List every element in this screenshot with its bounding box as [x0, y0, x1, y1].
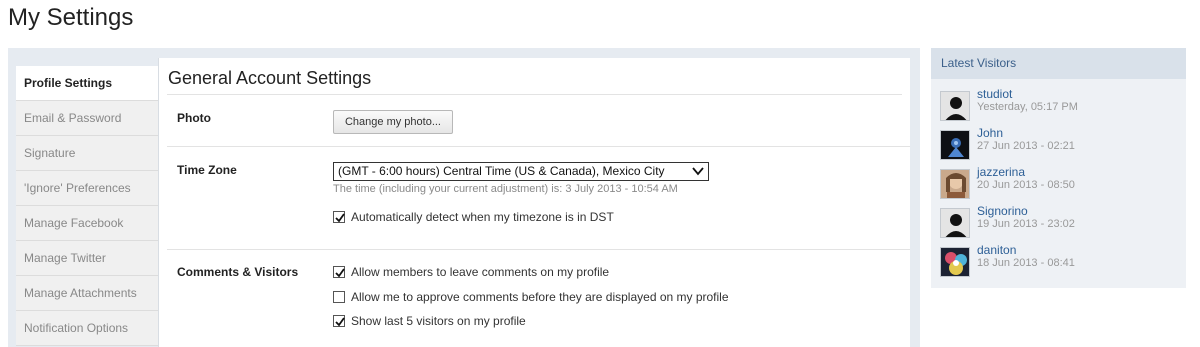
latest-visitors-panel: Latest Visitors studiot Yesterday, 05:17… [931, 48, 1186, 288]
chevron-down-icon [692, 167, 704, 176]
sidebar-item-email-password[interactable]: Email & Password [16, 101, 158, 136]
visitor-time: 18 Jun 2013 - 08:41 [977, 257, 1075, 269]
visitor-time: 27 Jun 2013 - 02:21 [977, 140, 1075, 152]
visitor-time: 20 Jun 2013 - 08:50 [977, 179, 1075, 191]
sidebar-item-profile-settings[interactable]: Profile Settings [16, 66, 158, 101]
dst-checkbox[interactable] [333, 211, 345, 223]
section-divider [167, 249, 910, 250]
default-avatar-icon[interactable] [940, 208, 970, 238]
show-visitors-label: Show last 5 visitors on my profile [351, 314, 526, 328]
visitor-time: Yesterday, 05:17 PM [977, 101, 1078, 113]
latest-visitors-title: Latest Visitors [931, 48, 1186, 79]
photo-label: Photo [177, 111, 211, 125]
visitor-name-link[interactable]: daniton [977, 243, 1016, 257]
visitor-time: 19 Jun 2013 - 23:02 [977, 218, 1075, 230]
visitor-name-link[interactable]: jazzerina [977, 165, 1025, 179]
allow-comments-option[interactable]: Allow members to leave comments on my pr… [333, 265, 609, 279]
page-title: My Settings [8, 4, 134, 31]
allow-comments-checkbox[interactable] [333, 266, 345, 278]
timezone-selected-value: (GMT - 6:00 hours) Central Time (US & Ca… [338, 164, 665, 178]
approve-comments-label: Allow me to approve comments before they… [351, 290, 729, 304]
change-photo-button[interactable]: Change my photo... [333, 110, 453, 134]
approve-comments-option[interactable]: Allow me to approve comments before they… [333, 290, 729, 304]
photo-avatar[interactable] [940, 169, 970, 199]
title-divider [167, 94, 902, 95]
timezone-select[interactable]: (GMT - 6:00 hours) Central Time (US & Ca… [333, 162, 709, 181]
settings-sidebar: Profile Settings Email & Password Signat… [16, 66, 158, 346]
colorful-avatar[interactable] [940, 247, 970, 277]
timezone-label: Time Zone [177, 163, 237, 177]
sidebar-item-notification-options[interactable]: Notification Options [16, 311, 158, 346]
allow-comments-label: Allow members to leave comments on my pr… [351, 265, 610, 279]
show-visitors-option[interactable]: Show last 5 visitors on my profile [333, 314, 526, 328]
checkmark-icon [335, 213, 345, 223]
dst-option[interactable]: Automatically detect when my timezone is… [333, 210, 614, 224]
sidebar-item-ignore-preferences[interactable]: 'Ignore' Preferences [16, 171, 158, 206]
dst-label: Automatically detect when my timezone is… [351, 210, 614, 224]
blue-figure-avatar[interactable] [940, 130, 970, 160]
visitor-name-link[interactable]: Signorino [977, 204, 1028, 218]
visitor-name-link[interactable]: John [977, 126, 1003, 140]
default-avatar-icon[interactable] [940, 91, 970, 121]
approve-comments-checkbox[interactable] [333, 291, 345, 303]
general-settings-content: General Account Settings Photo Change my… [158, 58, 910, 347]
comments-visitors-label: Comments & Visitors [177, 265, 299, 279]
visitor-name-link[interactable]: studiot [977, 87, 1012, 101]
sidebar-item-signature[interactable]: Signature [16, 136, 158, 171]
sidebar-item-manage-facebook[interactable]: Manage Facebook [16, 206, 158, 241]
sidebar-item-manage-twitter[interactable]: Manage Twitter [16, 241, 158, 276]
show-visitors-checkbox[interactable] [333, 315, 345, 327]
sidebar-item-manage-attachments[interactable]: Manage Attachments [16, 276, 158, 311]
section-title: General Account Settings [168, 68, 372, 88]
timezone-hint: The time (including your current adjustm… [333, 183, 678, 195]
checkmark-icon [335, 268, 345, 278]
section-divider [167, 146, 910, 147]
checkmark-icon [335, 317, 345, 327]
